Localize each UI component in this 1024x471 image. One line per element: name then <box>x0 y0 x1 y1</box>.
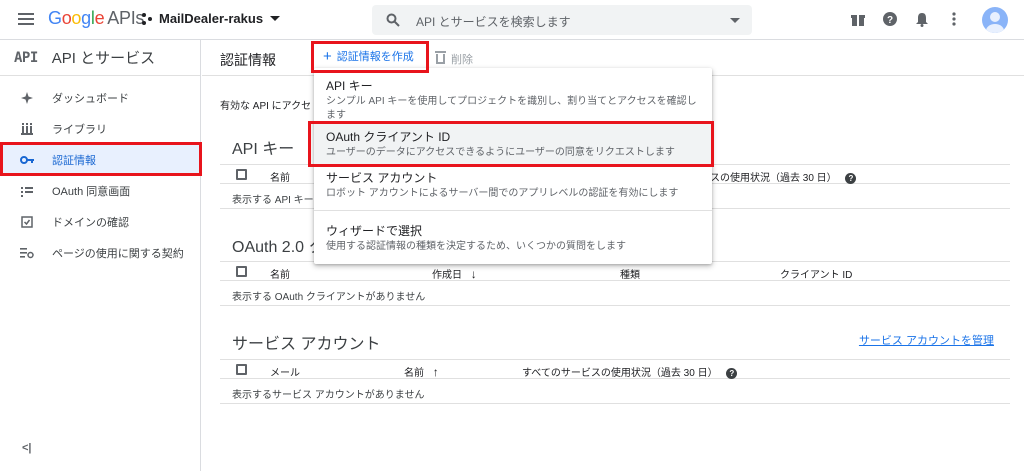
main-menu-icon[interactable] <box>18 13 34 25</box>
sidebar-title: API とサービス <box>51 50 156 67</box>
plus-icon: + <box>323 47 332 65</box>
domain-check-icon <box>20 215 34 229</box>
consent-icon <box>20 184 34 198</box>
project-name: MailDealer-rakus <box>159 11 264 26</box>
menu-item-service-account[interactable]: サービス アカウント ロボット アカウントによるサーバー間でのアプリレベルの認証… <box>314 169 712 201</box>
sidebar-item-domain-verification[interactable]: ドメインの確認 <box>0 207 200 237</box>
select-all-checkbox[interactable] <box>236 266 247 277</box>
column-name[interactable]: 名前 <box>270 266 290 281</box>
account-avatar[interactable] <box>982 7 1008 33</box>
search-icon <box>386 13 400 27</box>
select-all-checkbox[interactable] <box>236 169 247 180</box>
column-created[interactable]: 作成日 ↓ <box>432 266 477 281</box>
sidebar: API API とサービス ダッシュボード ライブラリ 認証情報 OAuth 同… <box>0 40 201 471</box>
create-credentials-menu: API キー シンプル API キーを使用してプロジェクトを識別し、割り当てとア… <box>314 68 712 264</box>
divider <box>220 403 1010 404</box>
oauth-title: OAuth 2.0 ク <box>232 239 325 256</box>
sidebar-item-credentials[interactable]: 認証情報 <box>0 145 200 175</box>
delete-button[interactable]: 削除 <box>435 51 473 67</box>
settings-list-icon <box>20 246 34 260</box>
key-icon <box>20 153 34 167</box>
help-icon[interactable]: ? <box>845 173 857 184</box>
column-usage: スの使用状況（過去 30 日） ? <box>710 169 857 184</box>
gift-icon[interactable] <box>850 11 868 29</box>
menu-divider <box>314 122 712 123</box>
help-icon[interactable]: ? <box>882 11 900 29</box>
menu-item-api-key[interactable]: API キー シンプル API キーを使用してプロジェクトを識別し、割り当てとア… <box>314 77 712 123</box>
oauth-table-header: 名前 作成日 ↓ 種類 クライアント ID <box>220 261 1010 281</box>
manage-service-accounts-link[interactable]: サービス アカウントを管理 <box>859 332 994 348</box>
more-options-icon[interactable] <box>946 11 964 29</box>
page-title: 認証情報 <box>220 52 276 68</box>
google-apis-logo[interactable]: Google APIs <box>48 8 144 29</box>
create-credentials-button[interactable]: + 認証情報を作成 <box>323 48 414 64</box>
column-mail[interactable]: メール <box>270 364 300 379</box>
arrow-up-icon: ↑ <box>432 365 439 379</box>
select-all-checkbox[interactable] <box>236 364 247 375</box>
intro-text: 有効な API にアクセ <box>220 101 312 112</box>
service-accounts-table-header: メール 名前 ↑ すべてのサービスの使用状況（過去 30 日） ? <box>220 359 1010 379</box>
menu-divider <box>314 210 712 211</box>
column-name[interactable]: 名前 ↑ <box>404 364 439 379</box>
search-bar[interactable]: API とサービスを検索します <box>372 5 752 35</box>
trash-icon <box>435 51 446 64</box>
api-keys-empty-message: 表示する API キー <box>232 195 314 206</box>
sidebar-item-oauth-consent[interactable]: OAuth 同意画面 <box>0 176 200 206</box>
oauth-empty-message: 表示する OAuth クライアントがありません <box>232 292 426 303</box>
project-selector[interactable]: MailDealer-rakus <box>142 11 281 26</box>
help-icon[interactable]: ? <box>726 368 738 379</box>
service-accounts-title: サービス アカウント <box>232 336 381 353</box>
api-logo-icon: API <box>14 49 38 66</box>
sidebar-header: API API とサービス <box>0 40 200 76</box>
sidebar-item-library[interactable]: ライブラリ <box>0 114 200 144</box>
notifications-icon[interactable] <box>914 11 932 29</box>
collapse-sidebar-icon[interactable]: <| <box>22 442 32 454</box>
api-keys-title: API キー <box>232 141 295 158</box>
top-app-bar: Google APIs MailDealer-rakus API とサービスを検索… <box>0 0 1024 40</box>
divider <box>220 305 1010 306</box>
column-client-id[interactable]: クライアント ID <box>780 266 852 281</box>
dashboard-icon <box>20 91 34 105</box>
sidebar-item-page-usage-agreement[interactable]: ページの使用に関する契約 <box>0 238 200 268</box>
svg-text:?: ? <box>887 15 893 26</box>
search-input[interactable]: API とサービスを検索します <box>416 13 571 30</box>
project-icon <box>142 12 154 26</box>
search-dropdown-icon[interactable] <box>730 18 740 23</box>
library-icon <box>20 122 34 136</box>
chevron-down-icon <box>270 16 281 21</box>
service-accounts-empty-message: 表示するサービス アカウントがありません <box>232 390 425 401</box>
sidebar-item-dashboard[interactable]: ダッシュボード <box>0 83 200 113</box>
arrow-down-icon: ↓ <box>470 267 477 281</box>
menu-item-oauth-client-id[interactable]: OAuth クライアント ID ユーザーのデータにアクセスできるようにユーザーの… <box>314 124 712 164</box>
column-usage: すべてのサービスの使用状況（過去 30 日） ? <box>522 364 738 379</box>
column-type[interactable]: 種類 <box>620 266 640 281</box>
column-name[interactable]: 名前 <box>270 169 290 184</box>
menu-item-wizard[interactable]: ウィザードで選択 使用する認証情報の種類を決定するため、いくつかの質問をします <box>314 222 712 254</box>
